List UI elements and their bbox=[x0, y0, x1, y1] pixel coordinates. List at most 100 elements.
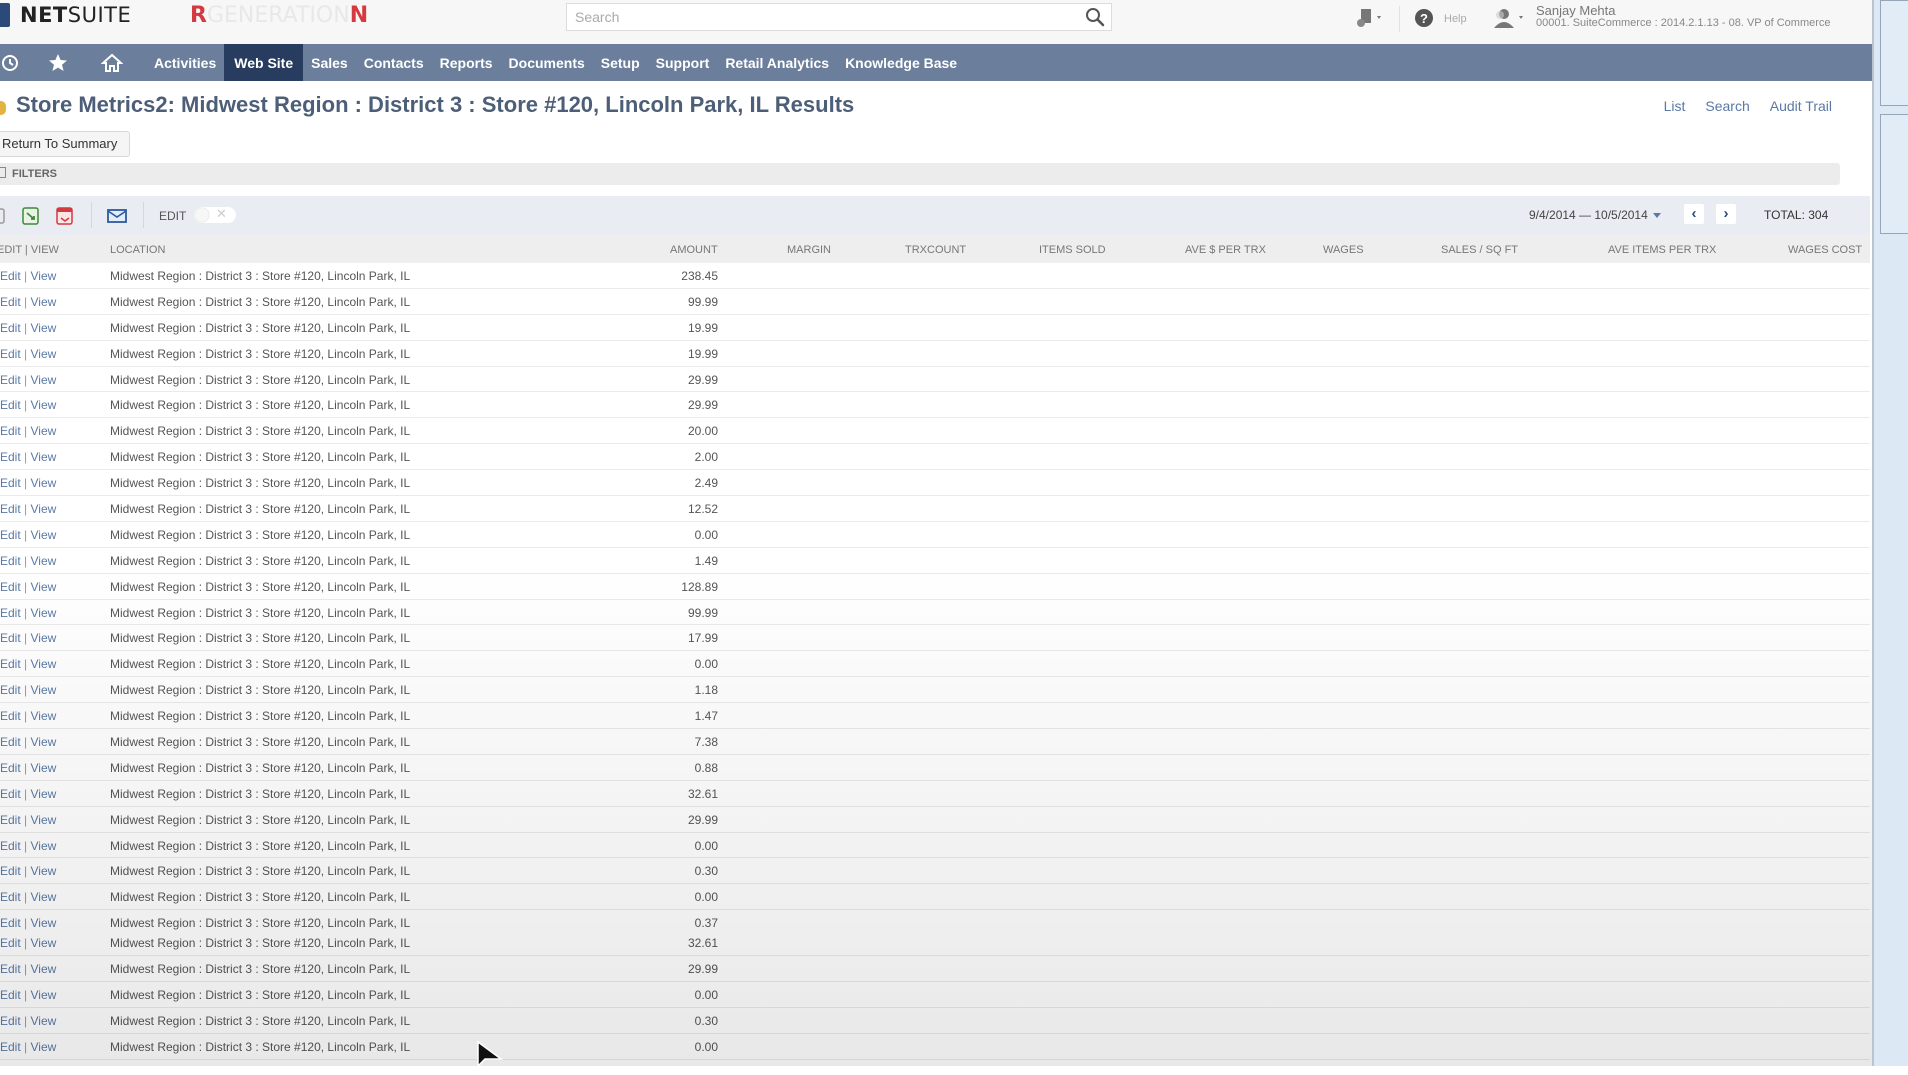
view-link[interactable]: View bbox=[30, 580, 56, 594]
previous-page-button[interactable]: ‹ bbox=[1684, 204, 1704, 224]
edit-link[interactable]: Edit bbox=[0, 321, 21, 335]
email-icon[interactable] bbox=[107, 209, 127, 228]
column-header-trxcount[interactable]: TRXCOUNT bbox=[905, 244, 966, 256]
view-link[interactable]: View bbox=[30, 988, 56, 1002]
view-link[interactable]: View bbox=[30, 683, 56, 697]
view-link[interactable]: View bbox=[30, 839, 56, 853]
edit-link[interactable]: Edit bbox=[0, 962, 21, 976]
edit-link[interactable]: Edit bbox=[0, 269, 21, 283]
search-icon[interactable] bbox=[1085, 7, 1105, 32]
column-header-wages[interactable]: WAGES bbox=[1323, 244, 1364, 256]
edit-link[interactable]: Edit bbox=[0, 398, 21, 412]
edit-link[interactable]: Edit bbox=[0, 528, 21, 542]
user-icon[interactable] bbox=[1491, 7, 1527, 32]
edit-link[interactable]: Edit bbox=[0, 1040, 21, 1054]
view-link[interactable]: View bbox=[30, 476, 56, 490]
column-header-sales-sqft[interactable]: SALES / SQ FT bbox=[1441, 244, 1518, 256]
view-link[interactable]: View bbox=[30, 398, 56, 412]
column-header-ave-items-per-trx[interactable]: AVE ITEMS PER TRX bbox=[1608, 244, 1716, 256]
view-link[interactable]: View bbox=[30, 631, 56, 645]
view-link[interactable]: View bbox=[30, 916, 56, 930]
recent-records-icon[interactable] bbox=[1355, 7, 1385, 32]
view-link[interactable]: View bbox=[30, 709, 56, 723]
column-header-amount[interactable]: AMOUNT bbox=[670, 244, 718, 256]
next-page-button[interactable]: › bbox=[1716, 204, 1736, 224]
audit-trail-link[interactable]: Audit Trail bbox=[1770, 98, 1832, 114]
view-link[interactable]: View bbox=[30, 347, 56, 361]
column-header-ave-per-trx[interactable]: AVE $ PER TRX bbox=[1185, 244, 1266, 256]
view-link[interactable]: View bbox=[30, 269, 56, 283]
nav-activities[interactable]: Activities bbox=[146, 44, 224, 81]
view-link[interactable]: View bbox=[30, 890, 56, 904]
window-scrollbar[interactable] bbox=[1872, 0, 1908, 1066]
nav-retail-analytics[interactable]: Retail Analytics bbox=[717, 44, 837, 81]
edit-link[interactable]: Edit bbox=[0, 657, 21, 671]
view-link[interactable]: View bbox=[30, 761, 56, 775]
history-icon[interactable] bbox=[0, 44, 22, 81]
edit-link[interactable]: Edit bbox=[0, 787, 21, 801]
view-link[interactable]: View bbox=[30, 424, 56, 438]
edit-link[interactable]: Edit bbox=[0, 936, 21, 950]
view-link[interactable]: View bbox=[30, 606, 56, 620]
filters-toggle[interactable]: FILTERS bbox=[0, 163, 1840, 185]
view-link[interactable]: View bbox=[30, 450, 56, 464]
edit-link[interactable]: Edit bbox=[0, 1014, 21, 1028]
help-link[interactable]: Help bbox=[1444, 13, 1467, 25]
view-link[interactable]: View bbox=[30, 295, 56, 309]
edit-link[interactable]: Edit bbox=[0, 709, 21, 723]
view-link[interactable]: View bbox=[30, 735, 56, 749]
edit-mode-toggle[interactable]: ✕ bbox=[194, 206, 236, 223]
edit-link[interactable]: Edit bbox=[0, 502, 21, 516]
help-icon[interactable]: ? bbox=[1414, 8, 1434, 31]
column-header-margin[interactable]: MARGIN bbox=[787, 244, 831, 256]
user-menu[interactable]: Sanjay Mehta 00001. SuiteCommerce : 2014… bbox=[1536, 4, 1831, 29]
edit-link[interactable]: Edit bbox=[0, 295, 21, 309]
edit-link[interactable]: Edit bbox=[0, 631, 21, 645]
nav-knowledge-base[interactable]: Knowledge Base bbox=[837, 44, 965, 81]
edit-link[interactable]: Edit bbox=[0, 606, 21, 620]
view-link[interactable]: View bbox=[30, 813, 56, 827]
edit-link[interactable]: Edit bbox=[0, 761, 21, 775]
view-link[interactable]: View bbox=[30, 554, 56, 568]
list-link[interactable]: List bbox=[1664, 98, 1686, 114]
export-pdf-icon[interactable] bbox=[56, 207, 74, 230]
edit-link[interactable]: Edit bbox=[0, 580, 21, 594]
nav-setup[interactable]: Setup bbox=[593, 44, 648, 81]
view-link[interactable]: View bbox=[30, 962, 56, 976]
edit-link[interactable]: Edit bbox=[0, 347, 21, 361]
view-link[interactable]: View bbox=[30, 528, 56, 542]
edit-link[interactable]: Edit bbox=[0, 839, 21, 853]
scrollbar-thumb[interactable] bbox=[1880, 114, 1908, 234]
export-csv-icon[interactable] bbox=[22, 207, 40, 230]
view-link[interactable]: View bbox=[30, 1040, 56, 1054]
edit-link[interactable]: Edit bbox=[0, 450, 21, 464]
edit-link[interactable]: Edit bbox=[0, 988, 21, 1002]
view-link[interactable]: View bbox=[30, 502, 56, 516]
netsuite-logo[interactable]: NETSUITE bbox=[0, 2, 131, 28]
view-link[interactable]: View bbox=[30, 787, 56, 801]
view-link[interactable]: View bbox=[30, 864, 56, 878]
edit-link[interactable]: Edit bbox=[0, 554, 21, 568]
nav-reports[interactable]: Reports bbox=[432, 44, 501, 81]
view-link[interactable]: View bbox=[30, 321, 56, 335]
edit-link[interactable]: Edit bbox=[0, 424, 21, 438]
view-link[interactable]: View bbox=[30, 373, 56, 387]
nav-documents[interactable]: Documents bbox=[501, 44, 593, 81]
view-link[interactable]: View bbox=[30, 1014, 56, 1028]
print-icon[interactable] bbox=[0, 207, 6, 230]
nav-contacts[interactable]: Contacts bbox=[356, 44, 432, 81]
edit-link[interactable]: Edit bbox=[0, 476, 21, 490]
view-link[interactable]: View bbox=[30, 936, 56, 950]
edit-link[interactable]: Edit bbox=[0, 890, 21, 904]
edit-link[interactable]: Edit bbox=[0, 373, 21, 387]
edit-link[interactable]: Edit bbox=[0, 683, 21, 697]
column-header-items-sold[interactable]: ITEMS SOLD bbox=[1039, 244, 1106, 256]
column-header-wages-cost[interactable]: WAGES COST bbox=[1788, 244, 1862, 256]
column-header-location[interactable]: LOCATION bbox=[110, 244, 165, 256]
edit-link[interactable]: Edit bbox=[0, 864, 21, 878]
view-link[interactable]: View bbox=[30, 657, 56, 671]
home-icon[interactable] bbox=[94, 44, 130, 81]
nav-support[interactable]: Support bbox=[648, 44, 718, 81]
edit-link[interactable]: Edit bbox=[0, 813, 21, 827]
star-icon[interactable] bbox=[22, 44, 94, 81]
